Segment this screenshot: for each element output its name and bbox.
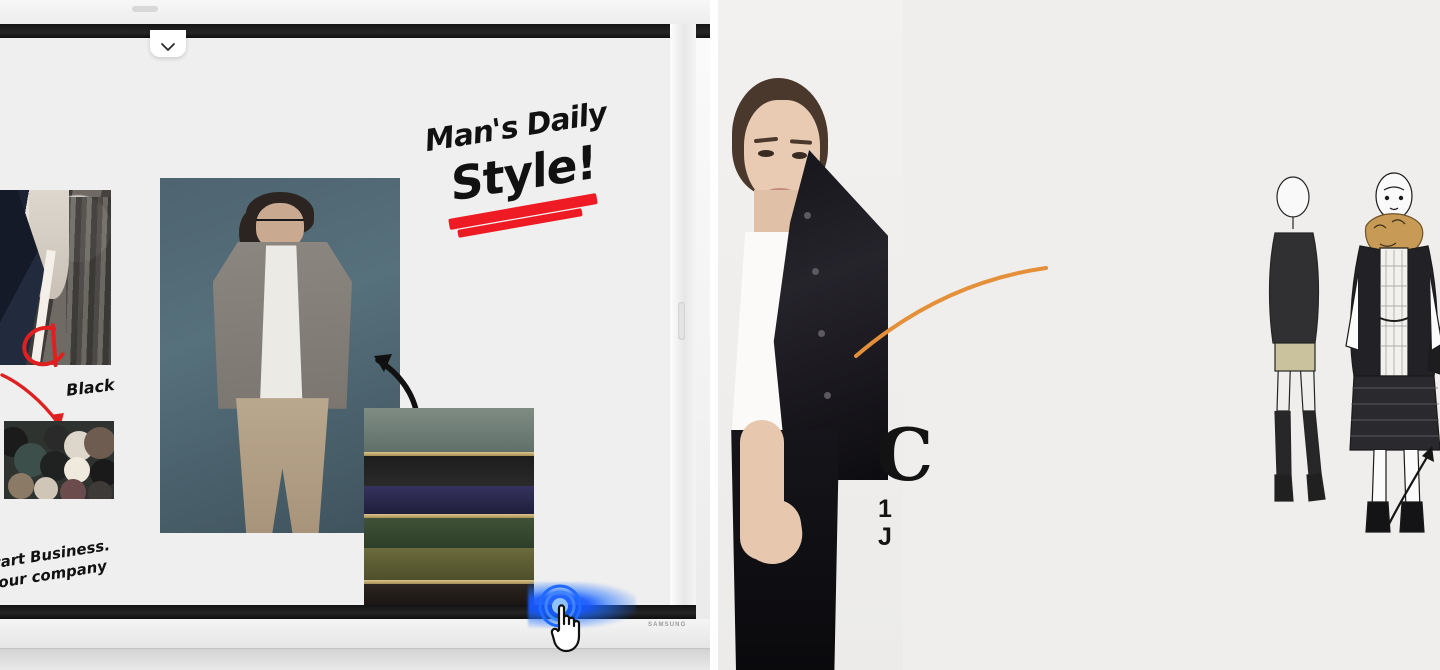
chevron-down-icon[interactable] <box>150 30 186 57</box>
image-fabric-rolls[interactable] <box>364 408 534 610</box>
screenshot-root: Man's Daily Style! Black Start Business.… <box>0 0 1440 670</box>
device-shadow <box>0 648 710 670</box>
board-small-text-line1: 1 <box>878 495 892 523</box>
sketch-figure-1[interactable] <box>1263 175 1333 525</box>
board-canvas[interactable]: Man's Daily Style! Black Start Business.… <box>0 38 670 610</box>
image-buttons-collection[interactable] <box>4 421 114 499</box>
board-small-text: 1 J <box>878 495 918 551</box>
device-top-bezel <box>0 24 710 38</box>
hand-tap-icon <box>550 604 581 653</box>
samsung-flip-device: Man's Daily Style! Black Start Business.… <box>0 0 710 670</box>
device-side-button[interactable] <box>678 302 685 340</box>
image-female-model[interactable] <box>718 0 903 670</box>
device-right-bezel <box>670 24 696 626</box>
brand-logo: SAMSUNG <box>648 622 687 628</box>
annotation-sketch-arrow <box>1386 446 1434 528</box>
lock-screen-panel: C 1 J <box>718 0 1440 670</box>
device-top-cap <box>0 0 710 26</box>
board-small-text-line2: J <box>878 523 892 551</box>
board-big-letter: C <box>876 412 934 482</box>
flip-screen[interactable]: Man's Daily Style! Black Start Business.… <box>0 38 670 610</box>
